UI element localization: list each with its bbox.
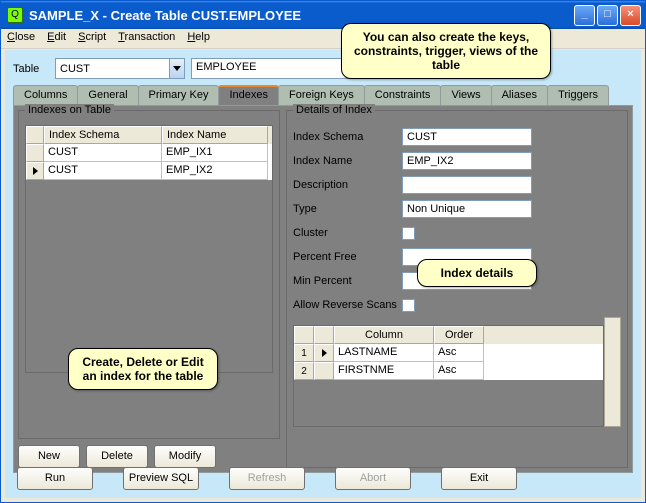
- tab-columns[interactable]: Columns: [13, 85, 78, 105]
- bottom-button-bar: Run Preview SQL Refresh Abort Exit: [11, 464, 635, 492]
- lbl-description: Description: [293, 179, 398, 191]
- tab-content: Indexes on Table Index Schema Index Name…: [13, 105, 633, 473]
- index-list-grid[interactable]: Index Schema Index Name CUST EMP_IX1: [25, 125, 273, 373]
- colgrid-colname: LASTNAME: [334, 344, 434, 362]
- abort-button[interactable]: Abort: [335, 467, 411, 490]
- triangle-right-icon: [33, 167, 38, 175]
- colgrid-rowhdr: [294, 326, 314, 344]
- tablename-input[interactable]: EMPLOYEE: [191, 58, 361, 79]
- window-frame: Q SAMPLE_X - Create Table CUST.EMPLOYEE …: [0, 0, 646, 503]
- row-marker-current: [26, 162, 44, 180]
- indexes-on-table-label: Indexes on Table: [25, 104, 114, 116]
- run-button[interactable]: Run: [17, 467, 93, 490]
- colgrid-rownum: 1: [294, 344, 314, 362]
- details-group: Details of Index Index Schema CUST Index…: [286, 110, 628, 468]
- callout-left-text: Create, Delete or Edit an index for the …: [82, 355, 203, 383]
- right-column: Details of Index Index Schema CUST Index…: [286, 110, 628, 468]
- colgrid-rownum: 2: [294, 362, 314, 380]
- colgrid-order-hdr[interactable]: Order: [434, 326, 484, 344]
- colgrid-marker: [314, 344, 334, 362]
- tablename-value: EMPLOYEE: [196, 61, 257, 73]
- colgrid-colname: FIRSTNME: [334, 362, 434, 380]
- tab-indexes[interactable]: Indexes: [218, 85, 279, 105]
- colgrid-empty: [294, 380, 603, 426]
- callout-right-text: Index details: [441, 266, 514, 280]
- cell-schema: CUST: [44, 144, 162, 162]
- window-title: SAMPLE_X - Create Table CUST.EMPLOYEE: [29, 8, 574, 23]
- lbl-cluster: Cluster: [293, 227, 398, 239]
- tab-views[interactable]: Views: [440, 85, 491, 105]
- chevron-down-icon[interactable]: [169, 59, 184, 78]
- colgrid-order: Asc: [434, 344, 484, 362]
- field-type[interactable]: Non Unique: [402, 200, 532, 218]
- lbl-allow-reverse: Allow Reverse Scans: [293, 299, 398, 311]
- preview-sql-button[interactable]: Preview SQL: [123, 467, 199, 490]
- tab-aliases[interactable]: Aliases: [491, 85, 548, 105]
- cell-name: EMP_IX1: [162, 144, 268, 162]
- lbl-min-percent: Min Percent: [293, 275, 398, 287]
- rowselector-header: [26, 126, 44, 144]
- callout-right: Index details: [417, 259, 537, 287]
- colgrid-order: Asc: [434, 362, 484, 380]
- callout-left: Create, Delete or Edit an index for the …: [68, 348, 218, 390]
- details-label: Details of Index: [293, 104, 375, 116]
- callout-top-text: You can also create the keys, constraint…: [354, 30, 538, 72]
- colgrid-row[interactable]: 1 LASTNAME Asc: [294, 344, 603, 362]
- left-column: Indexes on Table Index Schema Index Name…: [18, 110, 280, 468]
- client-area: Table EMPLOYEE Columns General Primary K…: [4, 49, 642, 499]
- tabs-row: Columns General Primary Key Indexes Fore…: [5, 85, 641, 105]
- cell-name: EMP_IX2: [162, 162, 268, 180]
- tab-primary-key[interactable]: Primary Key: [138, 85, 220, 105]
- menu-help[interactable]: Help: [187, 31, 210, 46]
- checkbox-cluster[interactable]: [402, 227, 415, 240]
- lbl-type: Type: [293, 203, 398, 215]
- lbl-percent-free: Percent Free: [293, 251, 398, 263]
- lbl-index-name: Index Name: [293, 155, 398, 167]
- index-schema-header[interactable]: Index Schema: [44, 126, 162, 144]
- colgrid-marker-hdr: [314, 326, 334, 344]
- refresh-button[interactable]: Refresh: [229, 467, 305, 490]
- table-label: Table: [13, 63, 49, 75]
- app-icon: Q: [7, 7, 23, 23]
- close-button[interactable]: ×: [620, 5, 641, 26]
- tab-constraints[interactable]: Constraints: [364, 85, 442, 105]
- minimize-button[interactable]: _: [574, 5, 595, 26]
- menu-close[interactable]: Close: [7, 31, 35, 46]
- menu-transaction[interactable]: Transaction: [118, 31, 175, 46]
- tab-triggers[interactable]: Triggers: [547, 85, 609, 105]
- field-description[interactable]: [402, 176, 532, 194]
- callout-top: You can also create the keys, constraint…: [341, 23, 551, 79]
- maximize-button[interactable]: □: [597, 5, 618, 26]
- menu-script[interactable]: Script: [78, 31, 106, 46]
- field-index-schema[interactable]: CUST: [402, 128, 532, 146]
- schema-input[interactable]: [56, 59, 169, 78]
- colgrid-marker: [314, 362, 334, 380]
- checkbox-allow-reverse[interactable]: [402, 299, 415, 312]
- index-row[interactable]: CUST EMP_IX2: [26, 162, 272, 180]
- vertical-scrollbar[interactable]: [604, 317, 621, 427]
- colgrid-column-hdr[interactable]: Column: [334, 326, 434, 344]
- triangle-right-icon: [322, 349, 327, 357]
- schema-combo[interactable]: [55, 58, 185, 79]
- cell-schema: CUST: [44, 162, 162, 180]
- lbl-index-schema: Index Schema: [293, 131, 398, 143]
- index-name-header[interactable]: Index Name: [162, 126, 268, 144]
- titlebar: Q SAMPLE_X - Create Table CUST.EMPLOYEE …: [1, 1, 645, 29]
- menu-edit[interactable]: Edit: [47, 31, 66, 46]
- colgrid-row[interactable]: 2 FIRSTNME Asc: [294, 362, 603, 380]
- index-row[interactable]: CUST EMP_IX1: [26, 144, 272, 162]
- tab-general[interactable]: General: [77, 85, 138, 105]
- tab-foreign-keys[interactable]: Foreign Keys: [278, 85, 365, 105]
- index-columns-grid[interactable]: Column Order 1 LASTNAME Asc 2: [293, 325, 604, 427]
- exit-button[interactable]: Exit: [441, 467, 517, 490]
- field-index-name[interactable]: EMP_IX2: [402, 152, 532, 170]
- row-marker: [26, 144, 44, 162]
